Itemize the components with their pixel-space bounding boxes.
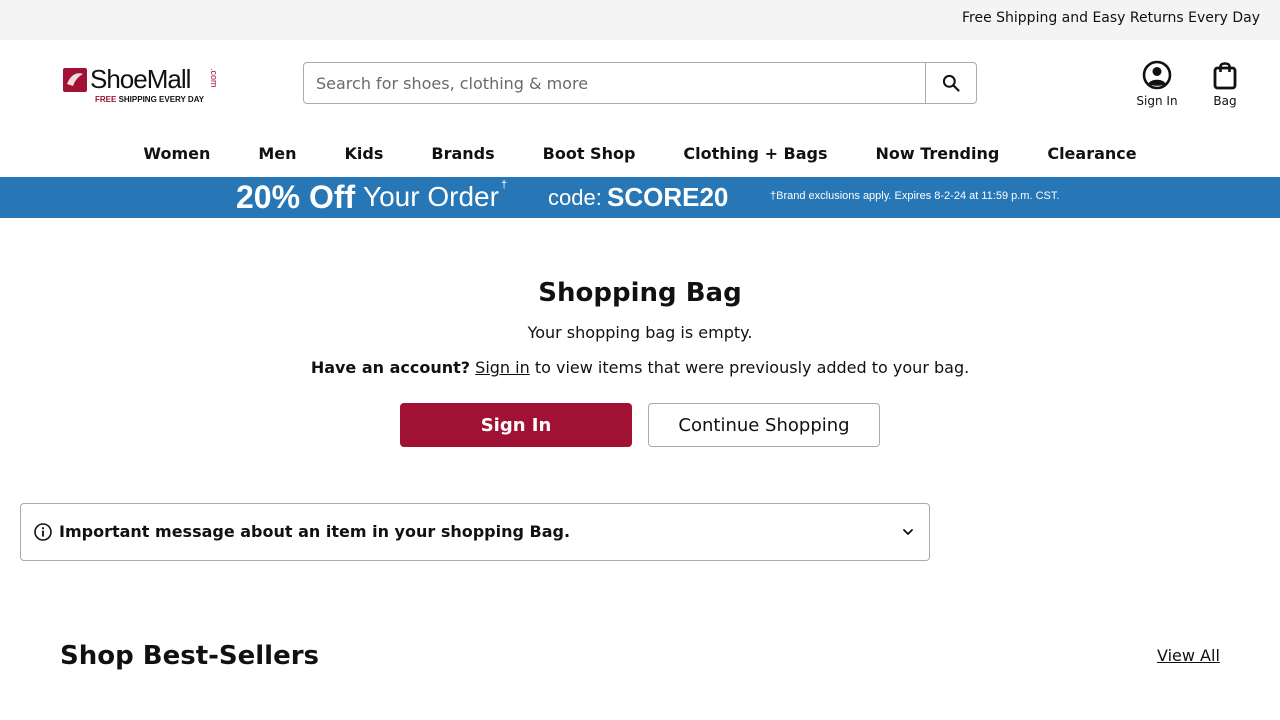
logo-tag-rest: SHIPPING EVERY DAY bbox=[116, 95, 205, 104]
search-icon bbox=[942, 74, 960, 92]
important-message-accordion[interactable]: Important message about an item in your … bbox=[20, 503, 930, 561]
logo-tag-free: FREE bbox=[95, 95, 117, 104]
logo-mark-icon bbox=[63, 68, 87, 92]
nav-item-clothing-bags[interactable]: Clothing + Bags bbox=[683, 133, 827, 177]
page-title: Shopping Bag bbox=[538, 278, 742, 308]
header-bag[interactable]: Bag bbox=[1206, 60, 1244, 108]
free-shipping-text: Free Shipping and Easy Returns Every Day bbox=[961, 10, 1260, 26]
nav-item-kids[interactable]: Kids bbox=[345, 133, 384, 177]
logo-wordmark: ShoeMall bbox=[90, 64, 191, 94]
sign-in-button[interactable]: Sign In bbox=[400, 403, 632, 447]
promo-your-order: Your Order bbox=[363, 181, 499, 212]
nav-item-boot-shop[interactable]: Boot Shop bbox=[543, 133, 636, 177]
shoemall-logo[interactable]: ShoeMall .com FREE SHIPPING EVERY DAY bbox=[63, 64, 223, 108]
promo-banner[interactable]: 20% Off Your Order † code: SCORE20 †Bran… bbox=[0, 177, 1280, 218]
promo-code-label: code: bbox=[548, 185, 602, 210]
search-input[interactable] bbox=[304, 63, 924, 103]
user-account-icon bbox=[1142, 60, 1172, 90]
site-header: ShoeMall .com FREE SHIPPING EVERY DAY Si… bbox=[0, 40, 1280, 128]
info-icon bbox=[34, 523, 52, 541]
important-message-text: Important message about an item in your … bbox=[59, 522, 571, 541]
promo-dagger: † bbox=[501, 179, 508, 191]
account-prompt-rest: to view items that were previously added… bbox=[534, 358, 970, 377]
view-all-link[interactable]: View All bbox=[1157, 646, 1220, 665]
shopping-bag-icon bbox=[1213, 62, 1237, 90]
logo-com: .com bbox=[209, 68, 219, 88]
empty-bag-message: Your shopping bag is empty. bbox=[527, 323, 753, 342]
continue-shopping-button[interactable]: Continue Shopping bbox=[648, 403, 880, 447]
nav-item-clearance[interactable]: Clearance bbox=[1047, 133, 1136, 177]
header-sign-in-label: Sign In bbox=[1136, 94, 1178, 108]
promo-discount: 20% Off bbox=[236, 179, 356, 215]
search-bar bbox=[303, 62, 977, 104]
account-prompt-bold: Have an account? bbox=[310, 358, 471, 377]
top-announcement-bar: Free Shipping and Easy Returns Every Day bbox=[0, 0, 1280, 40]
best-sellers-title: Shop Best-Sellers bbox=[60, 641, 320, 671]
search-button[interactable] bbox=[925, 63, 976, 103]
header-sign-in[interactable]: Sign In bbox=[1134, 60, 1180, 108]
account-prompt: Have an account? Sign in to view items t… bbox=[0, 358, 1280, 377]
promo-fine-print: †Brand exclusions apply. Expires 8-2-24 … bbox=[770, 190, 1060, 202]
nav-item-now-trending[interactable]: Now Trending bbox=[876, 133, 1000, 177]
sign-in-link[interactable]: Sign in bbox=[475, 358, 530, 377]
nav-item-men[interactable]: Men bbox=[258, 133, 296, 177]
nav-item-brands[interactable]: Brands bbox=[431, 133, 494, 177]
chevron-down-icon bbox=[903, 529, 913, 535]
nav-item-women[interactable]: Women bbox=[143, 133, 210, 177]
promo-code: SCORE20 bbox=[607, 182, 729, 212]
header-bag-label: Bag bbox=[1213, 94, 1237, 108]
main-navigation: Women Men Kids Brands Boot Shop Clothing… bbox=[0, 133, 1280, 177]
logo-tagline: FREE SHIPPING EVERY DAY bbox=[95, 95, 204, 104]
